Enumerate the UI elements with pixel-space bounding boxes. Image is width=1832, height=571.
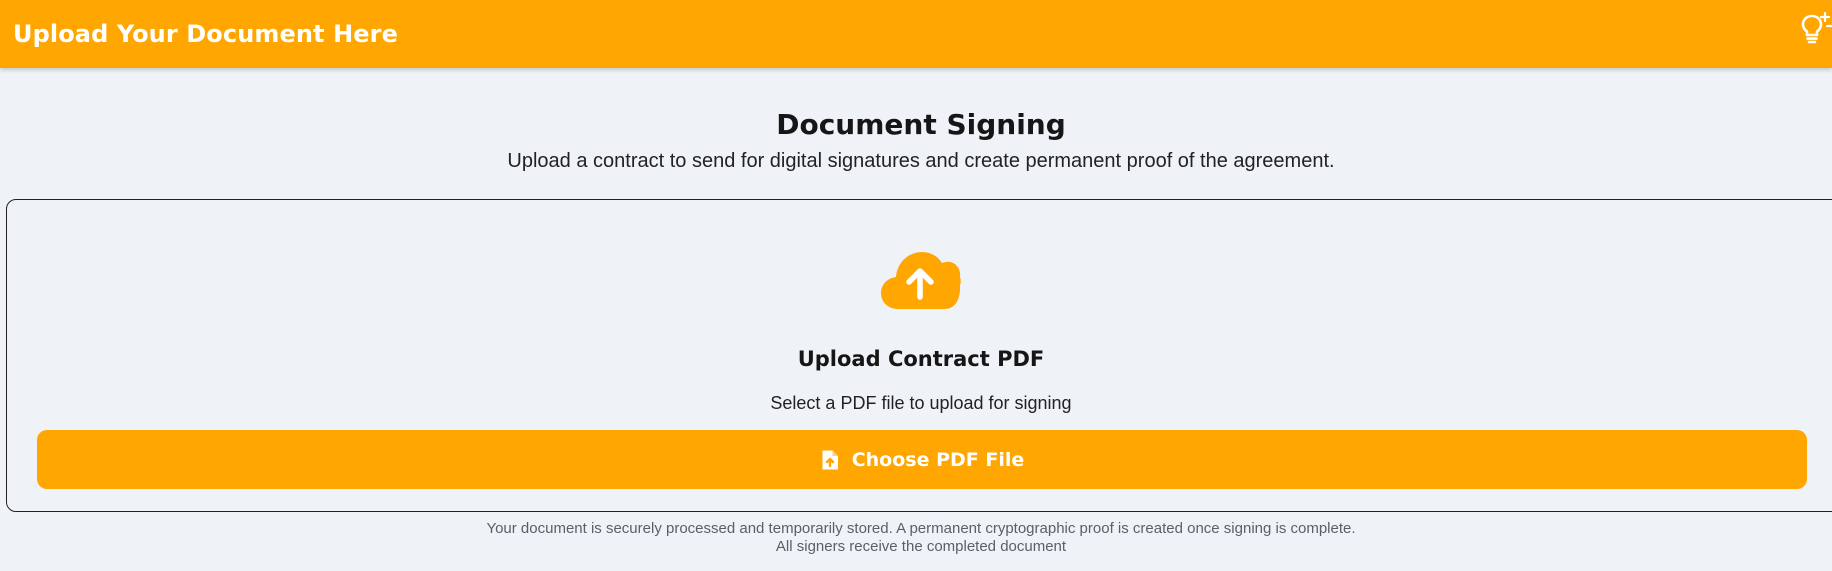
upload-card-title: Upload Contract PDF xyxy=(797,347,1045,371)
choose-pdf-button[interactable]: Choose PDF File xyxy=(37,430,1807,489)
cloud-upload-icon xyxy=(881,252,961,309)
page-title: Document Signing xyxy=(776,108,1066,141)
file-upload-icon xyxy=(822,450,838,469)
page-subtitle: Upload a contract to send for digital si… xyxy=(507,150,1335,172)
lightbulb-sparkle-icon xyxy=(1801,11,1832,44)
security-note: Your document is securely processed and … xyxy=(486,520,1356,537)
choose-pdf-button-label: Choose PDF File xyxy=(851,448,1025,471)
theme-toggle-button[interactable] xyxy=(1798,10,1832,46)
signers-note: All signers receive the completed docume… xyxy=(775,538,1067,555)
upload-card-description: Select a PDF file to upload for signing xyxy=(770,393,1072,413)
top-app-bar: Upload Your Document Here xyxy=(0,0,1832,68)
app-title: Upload Your Document Here xyxy=(13,20,398,48)
